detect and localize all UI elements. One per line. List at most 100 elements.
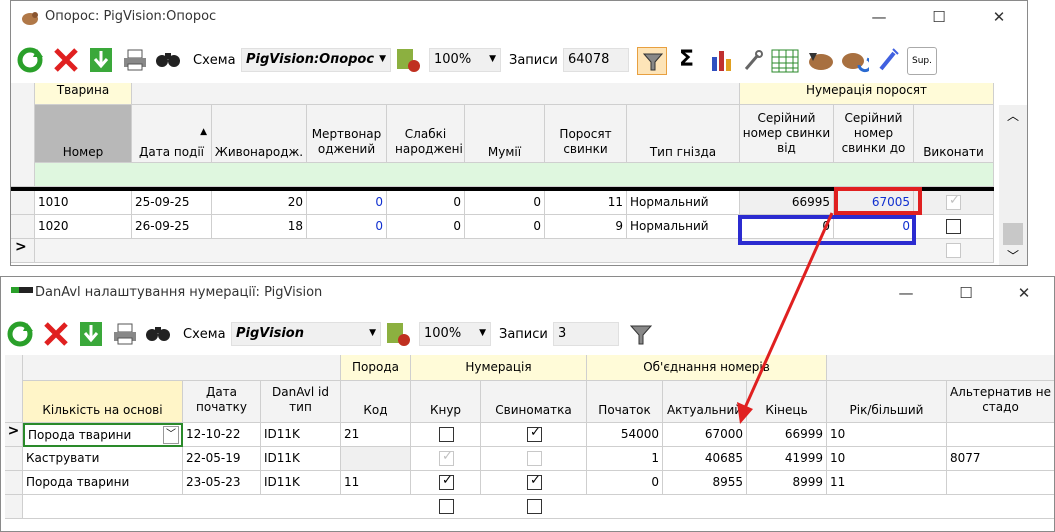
cell-year[interactable]: 10	[827, 447, 947, 471]
sow-checkbox[interactable]	[527, 499, 542, 514]
boar-checkbox[interactable]: ✓	[439, 449, 454, 466]
cell-boar[interactable]: ✓	[411, 447, 481, 471]
new-row[interactable]	[35, 239, 994, 263]
cell-live[interactable]: 18	[212, 215, 307, 239]
cell-dead[interactable]: 0	[307, 191, 387, 215]
download-icon[interactable]	[89, 47, 113, 73]
cell-weak[interactable]: 0	[387, 191, 465, 215]
cell-sow[interactable]	[481, 447, 587, 471]
cell-execute[interactable]: ✓	[914, 191, 994, 215]
cell-serial-from[interactable]: 66995	[740, 191, 834, 215]
cell-year[interactable]: 10	[827, 423, 947, 447]
cell-basis[interactable]: Порода тварини	[23, 471, 183, 495]
cell-mummies[interactable]: 0	[465, 191, 545, 215]
cell-code[interactable]: 11	[341, 471, 411, 495]
cell-code[interactable]: 21	[341, 423, 411, 447]
sow-checkbox[interactable]	[527, 451, 542, 466]
print-icon[interactable]	[113, 323, 137, 345]
col-mummies[interactable]: Мумії	[465, 105, 545, 163]
chevron-down-icon[interactable]: ﹀	[163, 426, 179, 444]
filter-row[interactable]	[35, 163, 994, 187]
cell-piglets[interactable]: 11	[545, 191, 627, 215]
binoculars-icon[interactable]	[145, 323, 171, 343]
cell-end[interactable]: 8999	[747, 471, 827, 495]
cell-danavl-type[interactable]: ID11K	[261, 423, 341, 447]
cell-sow[interactable]: ✓	[481, 471, 587, 495]
scroll-up-icon[interactable]: ︿	[1007, 107, 1019, 124]
cell-start-date[interactable]: 12-10-22	[183, 423, 261, 447]
col-end[interactable]: Кінець	[747, 381, 827, 423]
col-code[interactable]: Код	[341, 381, 411, 423]
cell-basis[interactable]: Порода тварини ﹀	[23, 423, 183, 447]
vertical-scrollbar[interactable]: ︿ ﹀	[999, 105, 1027, 265]
cell-serial-from[interactable]: 0	[740, 215, 834, 239]
current-row-header[interactable]: >	[5, 423, 23, 447]
cell-end[interactable]: 41999	[747, 447, 827, 471]
zoom-select[interactable]: 100% ▼	[419, 322, 491, 346]
cell-start[interactable]: 1	[587, 447, 663, 471]
scroll-down-icon[interactable]: ﹀	[1007, 247, 1019, 264]
col-weak[interactable]: Слабкі народжені	[387, 105, 465, 163]
cell-nest[interactable]: Нормальний	[627, 215, 740, 239]
filter-icon[interactable]	[629, 323, 653, 347]
boar-checkbox[interactable]	[439, 427, 454, 442]
close-button[interactable]: ✕	[1014, 283, 1034, 303]
cell-start[interactable]: 54000	[587, 423, 663, 447]
pig-action-icon[interactable]	[807, 47, 835, 73]
scheme-settings-icon[interactable]	[395, 47, 421, 73]
cell-weak[interactable]: 0	[387, 215, 465, 239]
col-nest[interactable]: Тип гнізда	[627, 105, 740, 163]
col-execute[interactable]: Виконати	[914, 105, 994, 163]
sup-button[interactable]: Sup.	[907, 47, 937, 75]
cell-nest[interactable]: Нормальний	[627, 191, 740, 215]
minimize-button[interactable]: —	[869, 7, 889, 27]
cell-date[interactable]: 26-09-25	[132, 215, 212, 239]
cell-start-date[interactable]: 22-05-19	[183, 447, 261, 471]
cell-code[interactable]	[341, 447, 411, 471]
cell-year[interactable]: 11	[827, 471, 947, 495]
row-header[interactable]	[5, 447, 23, 471]
cell-boar[interactable]	[411, 423, 481, 447]
zoom-select[interactable]: 100% ▼	[429, 48, 501, 72]
new-row-header[interactable]	[5, 495, 23, 519]
scroll-thumb[interactable]	[1003, 223, 1023, 245]
cell-mummies[interactable]: 0	[465, 215, 545, 239]
sow-checkbox[interactable]: ✓	[527, 473, 542, 490]
refresh-icon[interactable]	[7, 321, 33, 347]
cell-execute[interactable]	[914, 215, 994, 239]
col-basis[interactable]: Кількість на основі	[23, 381, 183, 423]
cell-danavl-type[interactable]: ID11K	[261, 447, 341, 471]
calendar-icon[interactable]	[771, 47, 799, 73]
pig-transfer-icon[interactable]	[841, 47, 869, 73]
col-year[interactable]: Рік/більший	[827, 381, 947, 423]
cell-start-date[interactable]: 23-05-23	[183, 471, 261, 495]
cell-alt[interactable]: 8077	[947, 447, 1054, 471]
wrench-icon[interactable]	[743, 49, 763, 71]
cell-piglets[interactable]: 9	[545, 215, 627, 239]
cell-serial-to[interactable]: 67005	[834, 191, 914, 215]
cell-boar[interactable]: ✓	[411, 471, 481, 495]
execute-checkbox[interactable]	[946, 243, 961, 258]
chart-icon[interactable]	[709, 47, 735, 73]
col-dead[interactable]: Мертвонар оджений	[307, 105, 387, 163]
minimize-button[interactable]: —	[896, 283, 916, 303]
refresh-icon[interactable]	[17, 47, 43, 73]
col-date[interactable]: ▲ Дата події	[132, 105, 212, 163]
delete-icon[interactable]	[53, 47, 79, 73]
cell-current[interactable]: 8955	[663, 471, 747, 495]
col-alt[interactable]: Альтернатив не стадо	[947, 381, 1054, 423]
col-start[interactable]: Початок	[587, 381, 663, 423]
col-piglets[interactable]: Поросят свинки	[545, 105, 627, 163]
delete-icon[interactable]	[43, 321, 69, 347]
boar-checkbox[interactable]: ✓	[439, 473, 454, 490]
cell-current[interactable]: 67000	[663, 423, 747, 447]
binoculars-icon[interactable]	[155, 49, 181, 69]
cell-basis[interactable]: Каструвати	[23, 447, 183, 471]
row-header[interactable]	[11, 215, 35, 239]
row-header[interactable]	[5, 471, 23, 495]
col-serial-from[interactable]: Серійний номер свинки від	[740, 105, 834, 163]
col-sow[interactable]: Свиноматка	[481, 381, 587, 423]
new-row-header[interactable]: >	[11, 239, 35, 263]
cell-alt[interactable]	[947, 423, 1054, 447]
cell-date[interactable]: 25-09-25	[132, 191, 212, 215]
